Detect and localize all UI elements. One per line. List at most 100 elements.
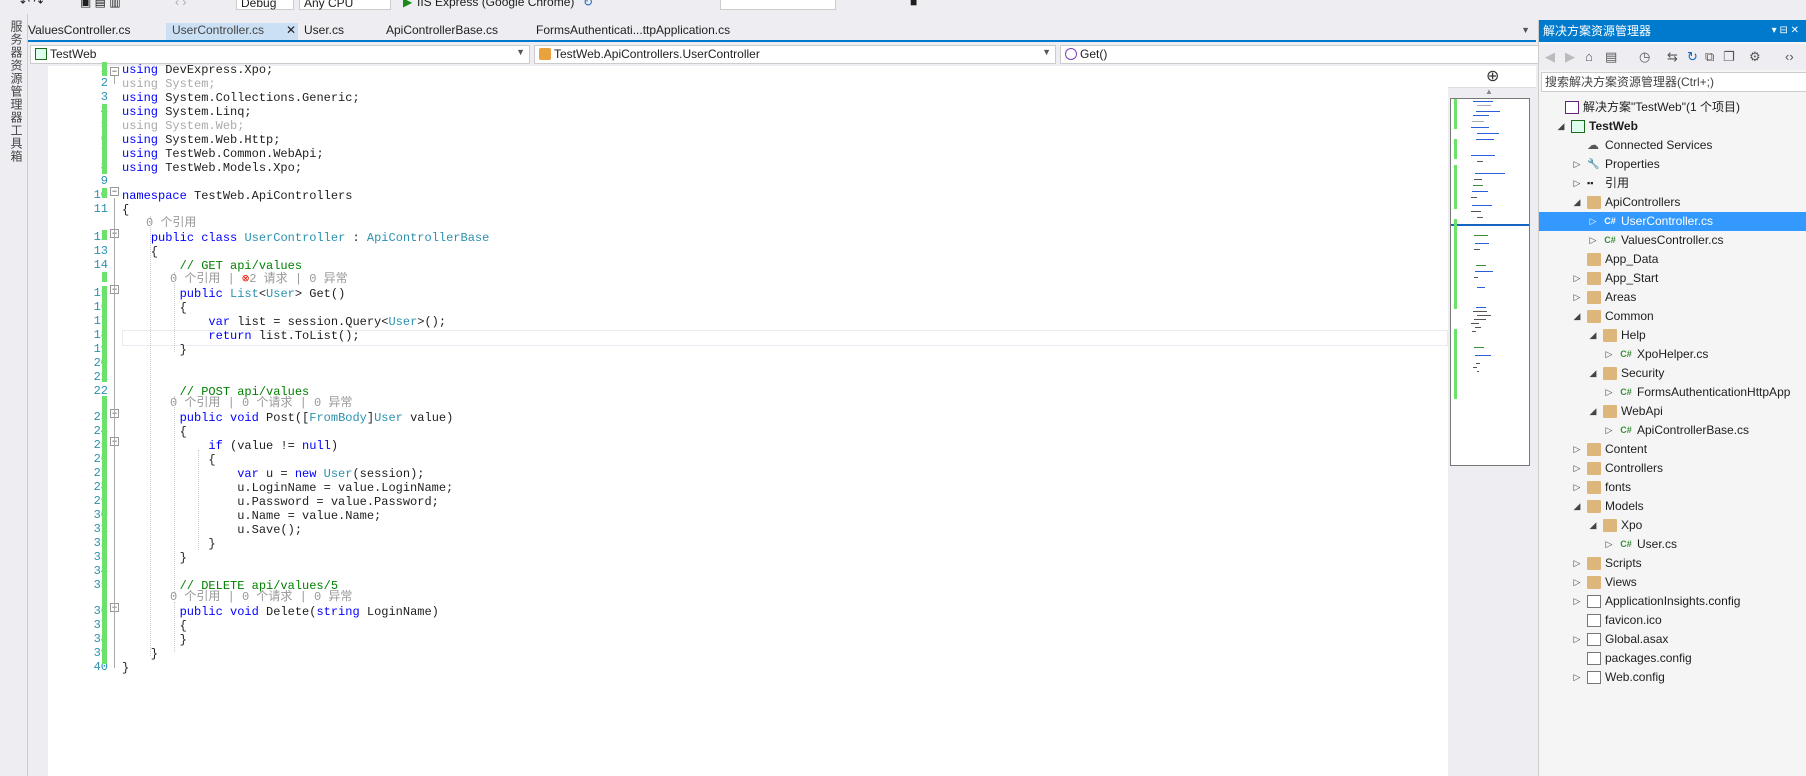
collapsed-arrow-icon[interactable]: ▷ (1571, 592, 1583, 611)
tree-item[interactable]: ▷ Areas (1539, 288, 1806, 307)
code-text-area[interactable]: using DevExpress.Xpo; using System; using … (122, 63, 1448, 776)
tab-valuescontroller[interactable]: ValuesController.cs (22, 23, 137, 40)
solution-config-select[interactable]: Debug (236, 0, 294, 10)
code-line[interactable]: } (122, 550, 187, 566)
tree-item[interactable]: ◢ Models (1539, 497, 1806, 516)
collapse-all-icon[interactable]: ⧉ (1705, 49, 1714, 65)
collapsed-arrow-icon[interactable]: ▷ (1571, 478, 1583, 497)
tab-usercontroller[interactable]: UserController.cs (166, 23, 298, 40)
code-line[interactable]: using TestWeb.Models.Xpo; (122, 160, 302, 176)
tree-item[interactable]: ◢ WebApi (1539, 402, 1806, 421)
collapsed-arrow-icon[interactable]: ▷ (1571, 288, 1583, 307)
collapsed-arrow-icon[interactable]: ▷ (1571, 630, 1583, 649)
tree-item[interactable]: App_Data (1539, 250, 1806, 269)
tab-apicontrollerbase[interactable]: ApiControllerBase.cs (380, 23, 504, 40)
code-line[interactable]: public class UserController : ApiControl… (122, 230, 490, 246)
tree-item[interactable]: packages.config (1539, 649, 1806, 668)
codelens-indicator[interactable]: 0 个引用 | 0 个请求 | 0 异常 (170, 590, 352, 604)
tree-item[interactable]: ▷ Controllers (1539, 459, 1806, 478)
scroll-up-icon[interactable]: ▲ (1485, 87, 1493, 96)
tree-item[interactable]: ▷ C# FormsAuthenticationHttpApp (1539, 383, 1806, 402)
collapsed-arrow-icon[interactable]: ▷ (1603, 383, 1615, 402)
collapsed-arrow-icon[interactable]: ▷ (1603, 535, 1615, 554)
code-line[interactable]: { (122, 202, 129, 218)
tree-item[interactable]: ▷ C# ValuesController.cs (1539, 231, 1806, 250)
tab-formsauthentication[interactable]: FormsAuthenticati...ttpApplication.cs (530, 23, 736, 40)
collapsed-arrow-icon[interactable]: ▷ (1571, 269, 1583, 288)
member-dropdown[interactable]: Get()▼ (1060, 45, 1554, 64)
code-editor[interactable]: 1234567891011121314151617181920212223242… (48, 62, 1448, 776)
collapsed-arrow-icon[interactable]: ▷ (1571, 459, 1583, 478)
codelens-indicator[interactable]: 0 个引用 | 0 个请求 | 0 异常 (170, 396, 352, 410)
pending-changes-icon[interactable]: ◷ (1639, 49, 1650, 65)
expanded-arrow-icon[interactable]: ◢ (1555, 117, 1567, 136)
properties-icon[interactable]: ⚙ (1749, 49, 1761, 65)
expanded-arrow-icon[interactable]: ◢ (1587, 402, 1599, 421)
home-icon[interactable]: ⌂ (1585, 49, 1593, 64)
refresh-icon[interactable]: ↻ (583, 0, 593, 10)
code-line[interactable]: } (122, 660, 129, 676)
collapsed-arrow-icon[interactable]: ▷ (1571, 668, 1583, 687)
tree-item[interactable]: ▷ Content (1539, 440, 1806, 459)
expanded-arrow-icon[interactable]: ◢ (1587, 364, 1599, 383)
toolbox-tab[interactable]: 工具箱 (8, 124, 25, 163)
tree-item[interactable]: ▷ Global.asax (1539, 630, 1806, 649)
expanded-arrow-icon[interactable]: ◢ (1571, 193, 1583, 212)
tree-item[interactable]: ◢ ApiControllers (1539, 193, 1806, 212)
codelens-indicator[interactable]: 0 个引用 (146, 216, 196, 230)
collapsed-arrow-icon[interactable]: ▷ (1603, 345, 1615, 364)
tree-item[interactable]: ◢ Help (1539, 326, 1806, 345)
expanded-arrow-icon[interactable]: ◢ (1571, 497, 1583, 516)
codelens-indicator[interactable]: 0 个引用 | ⊗2 请求 | 0 异常 (170, 272, 348, 286)
tree-item[interactable]: ▷ C# UserController.cs (1539, 212, 1806, 231)
undo-icon[interactable]: ↶ ↷ (20, 0, 43, 10)
collapsed-arrow-icon[interactable]: ▷ (1571, 573, 1583, 592)
tree-item[interactable]: ▷ ApplicationInsights.config (1539, 592, 1806, 611)
nav-back-forward-icon[interactable]: ‹ › (175, 0, 186, 10)
type-dropdown[interactable]: TestWeb.ApiControllers.UserController ▼ (534, 45, 1056, 64)
tab-user[interactable]: User.cs (298, 23, 350, 40)
expanded-arrow-icon[interactable]: ◢ (1587, 326, 1599, 345)
collapsed-arrow-icon[interactable]: ▷ (1571, 554, 1583, 573)
tree-item[interactable]: ◢ Xpo (1539, 516, 1806, 535)
sync-icon[interactable]: ⇆ (1667, 49, 1678, 65)
save-all-icon[interactable]: ▣ ▤ ▥ (80, 0, 121, 10)
tree-item[interactable]: ▷ C# ApiControllerBase.cs (1539, 421, 1806, 440)
pin-icon[interactable]: ▾ ⊟ ✕ (1772, 20, 1799, 42)
tree-item[interactable]: ☁ Connected Services (1539, 136, 1806, 155)
tree-item[interactable]: ◢ Common (1539, 307, 1806, 326)
tree-item[interactable]: ▷ App_Start (1539, 269, 1806, 288)
tree-item[interactable]: ◢ Security (1539, 364, 1806, 383)
tree-item[interactable]: 解决方案"TestWeb"(1 个项目) (1539, 98, 1806, 117)
tree-item[interactable]: ▷ C# XpoHelper.cs (1539, 345, 1806, 364)
tree-item[interactable]: ▷ C# User.cs (1539, 535, 1806, 554)
collapsed-arrow-icon[interactable]: ▷ (1587, 231, 1599, 250)
code-line[interactable]: } (122, 342, 187, 358)
find-combo[interactable] (720, 0, 836, 10)
switch-views-icon[interactable]: ▤ (1605, 49, 1617, 65)
code-view-icon[interactable]: ‹› (1785, 49, 1794, 64)
expanded-arrow-icon[interactable]: ◢ (1587, 516, 1599, 535)
split-icon[interactable]: ⊕ (1486, 66, 1499, 86)
run-icon[interactable]: ▶ (403, 0, 412, 10)
platform-select[interactable]: Any CPU (299, 0, 391, 10)
tree-item[interactable]: ◢ TestWeb (1539, 117, 1806, 136)
refresh-icon[interactable]: ↻ (1687, 49, 1698, 65)
show-all-files-icon[interactable]: ❐ (1723, 49, 1735, 65)
code-line[interactable]: namespace TestWeb.ApiControllers (122, 188, 352, 204)
tree-item[interactable]: ▷ Web.config (1539, 668, 1806, 687)
scrollbar-minimap[interactable] (1450, 98, 1530, 466)
collapsed-arrow-icon[interactable]: ▷ (1571, 440, 1583, 459)
collapsed-arrow-icon[interactable]: ▷ (1571, 174, 1583, 193)
collapsed-arrow-icon[interactable]: ▷ (1571, 155, 1583, 174)
tree-item[interactable]: favicon.ico (1539, 611, 1806, 630)
tree-item[interactable]: ▷ ▪▪ 引用 (1539, 174, 1806, 193)
back-icon[interactable]: ◀ (1545, 49, 1555, 65)
solution-search-input[interactable]: 搜索解决方案资源管理器(Ctrl+;) (1541, 72, 1806, 92)
collapsed-arrow-icon[interactable]: ▷ (1587, 212, 1599, 231)
tab-list-dropdown-icon[interactable]: ▼ (1521, 25, 1530, 35)
run-button[interactable]: IIS Express (Google Chrome) (417, 0, 574, 10)
tree-item[interactable]: ▷ fonts (1539, 478, 1806, 497)
bookmark-icon[interactable]: ■ (910, 0, 917, 10)
tree-item[interactable]: ▷ Views (1539, 573, 1806, 592)
